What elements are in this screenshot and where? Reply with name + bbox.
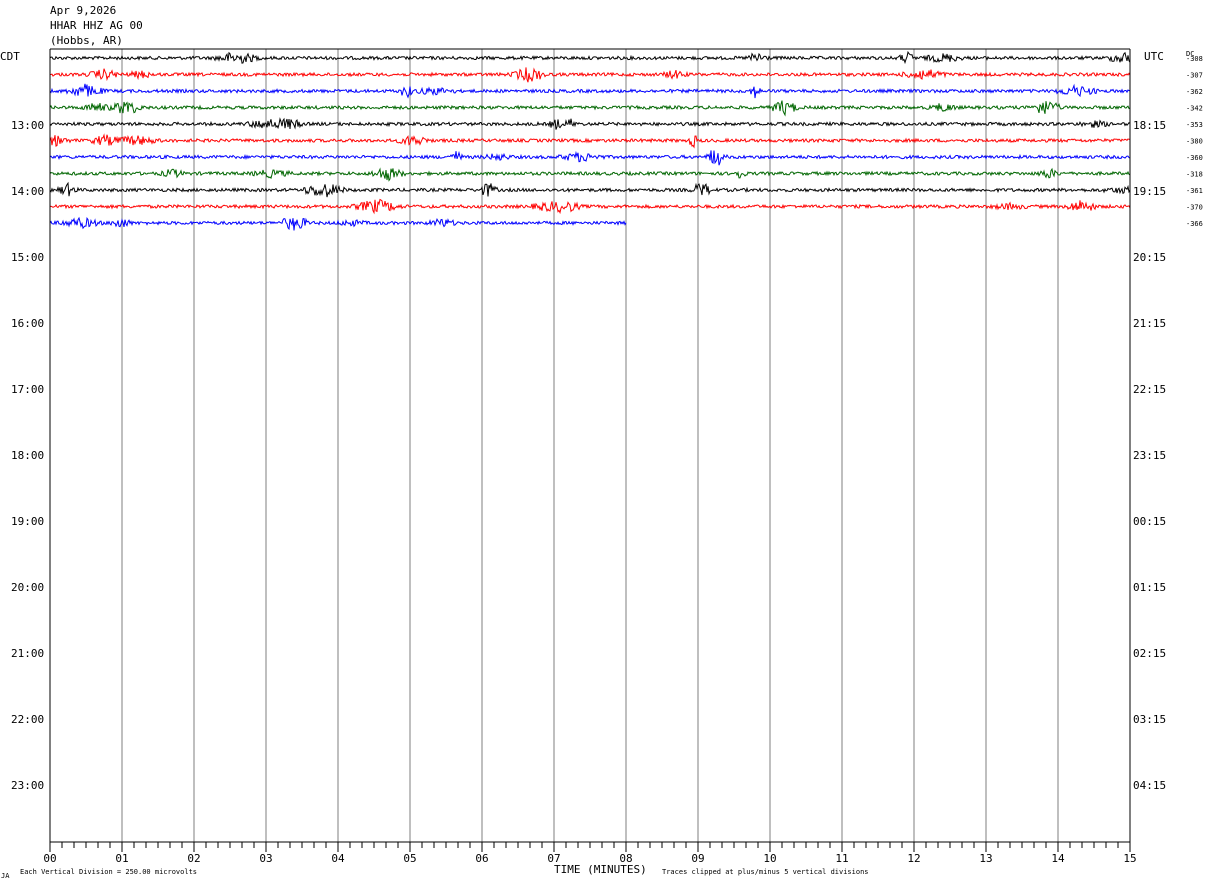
left-time-label: 14:00 — [11, 185, 44, 198]
x-tick-label: 03 — [259, 852, 272, 865]
right-timezone-label: UTC — [1144, 50, 1164, 63]
x-tick-label: 10 — [763, 852, 776, 865]
x-tick-label: 06 — [475, 852, 488, 865]
seismic-trace — [49, 150, 1131, 166]
x-tick-label: 04 — [331, 852, 345, 865]
x-tick-label: 14 — [1051, 852, 1065, 865]
left-time-label: 16:00 — [11, 317, 44, 330]
right-time-label: 20:15 — [1133, 251, 1166, 264]
left-time-label: 15:00 — [11, 251, 44, 264]
right-time-label: 00:15 — [1133, 515, 1166, 528]
x-tick-label: 01 — [115, 852, 128, 865]
clip-note: Traces clipped at plus/minus 5 vertical … — [662, 868, 869, 876]
footer: JA Each Vertical Division = 250.00 micro… — [1, 863, 869, 880]
x-tick-label: 00 — [43, 852, 56, 865]
minute-grid — [121, 49, 1059, 842]
left-timezone-label: CDT — [0, 50, 20, 63]
right-time-label: 21:15 — [1133, 317, 1166, 330]
seismic-trace — [49, 181, 1131, 198]
left-time-label: 23:00 — [11, 779, 44, 792]
x-tick-label: 15 — [1123, 852, 1136, 865]
right-time-label: 02:15 — [1133, 647, 1166, 660]
left-time-label: 13:00 — [11, 119, 44, 132]
plot-frame — [49, 48, 1131, 852]
dc-offset-value: -307 — [1186, 72, 1203, 80]
x-tick-label: 12 — [907, 852, 920, 865]
x-tick-label: 02 — [187, 852, 200, 865]
left-time-label: 17:00 — [11, 383, 44, 396]
x-tick-label: 13 — [979, 852, 992, 865]
seismic-trace — [49, 50, 1131, 65]
right-time-label: 03:15 — [1133, 713, 1166, 726]
x-tick-label: 11 — [835, 852, 848, 865]
seismic-trace — [49, 83, 1131, 99]
x-tick-label: 09 — [691, 852, 704, 865]
left-time-label: 18:00 — [11, 449, 44, 462]
seismic-trace — [49, 198, 1131, 215]
left-time-label: 20:00 — [11, 581, 44, 594]
x-tick-label: 05 — [403, 852, 416, 865]
dc-offset-value: -308 — [1186, 55, 1203, 63]
left-time-label: 21:00 — [11, 647, 44, 660]
dc-offset-value: -366 — [1186, 220, 1203, 228]
dc-offset-value: -360 — [1186, 154, 1203, 162]
seismic-trace — [49, 133, 1131, 149]
left-time-label: 19:00 — [11, 515, 44, 528]
dc-offset-value: -370 — [1186, 204, 1203, 212]
seismic-trace — [49, 167, 1131, 182]
seismic-trace — [49, 100, 1131, 117]
right-time-label: 22:15 — [1133, 383, 1166, 396]
dc-offset-value: -362 — [1186, 88, 1203, 96]
axis-title: TIME (MINUTES) — [554, 863, 647, 876]
scale-note: Each Vertical Division = 250.00 microvol… — [20, 868, 197, 876]
dc-offset-value: -318 — [1186, 171, 1203, 179]
right-time-label: 18:15 — [1133, 119, 1166, 132]
dc-offset-value: -380 — [1186, 138, 1203, 146]
dc-offset-value: -342 — [1186, 105, 1203, 113]
corner-mark: JA — [1, 872, 10, 880]
left-time-label: 22:00 — [11, 713, 44, 726]
seismic-trace — [49, 67, 1131, 83]
right-time-label: 23:15 — [1133, 449, 1166, 462]
right-time-label: 04:15 — [1133, 779, 1166, 792]
seismic-traces — [49, 50, 1131, 231]
dc-offset-value: -361 — [1186, 187, 1203, 195]
right-time-label: 01:15 — [1133, 581, 1166, 594]
dc-offset-value: -353 — [1186, 121, 1203, 129]
helicorder-chart: CDT UTC DC 00 01 02 03 04 05 06 07 08 09 10 11 12 13 1… — [0, 48, 1203, 880]
right-time-label: 19:15 — [1133, 185, 1166, 198]
seismic-trace — [49, 117, 1131, 130]
